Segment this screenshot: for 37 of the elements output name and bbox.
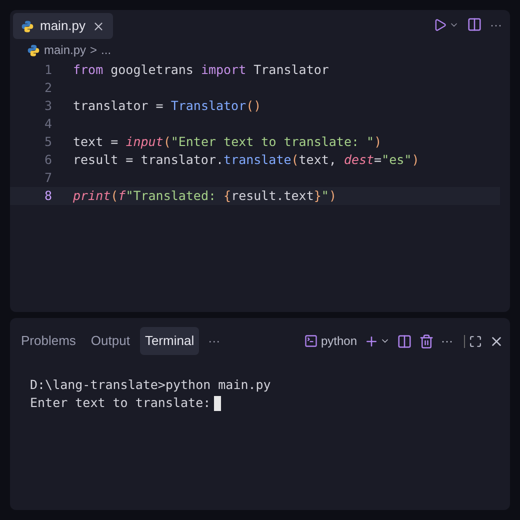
code-text: result = translator.translate(text, dest="es")	[72, 150, 420, 169]
breadcrumb-file[interactable]: main.py	[44, 41, 86, 59]
terminal-icon	[304, 334, 318, 348]
panel-tab[interactable]: Problems	[16, 327, 81, 355]
code-text: translator = Translator()	[72, 96, 262, 115]
python-file-icon	[21, 20, 34, 32]
line-number: 2	[43, 78, 53, 97]
maximize-icon[interactable]	[464, 334, 482, 348]
code-text: text = input("Enter text to translate: ")	[72, 132, 382, 151]
split-terminal-icon[interactable]	[397, 334, 412, 348]
more-actions[interactable]: ···	[441, 332, 453, 350]
text-cursor	[214, 396, 221, 410]
panel-tab[interactable]: Output	[86, 327, 135, 355]
code-text: print(f"Translated: {result.text}")	[72, 186, 336, 205]
trash-icon[interactable]	[419, 334, 434, 348]
line-number: 4	[43, 114, 53, 133]
add-icon[interactable]	[364, 334, 379, 348]
terminal-name[interactable]: python	[320, 332, 357, 350]
breadcrumb-more[interactable]: ...	[101, 41, 112, 59]
run-icon[interactable]	[433, 18, 447, 32]
line-number: 6	[43, 150, 53, 169]
more-tabs[interactable]: ···	[208, 332, 220, 350]
line-number: 8	[43, 186, 53, 205]
code-text: from googletrans import Translator	[72, 60, 329, 79]
line-number: 1	[43, 60, 53, 79]
line-number: 3	[43, 96, 53, 115]
python-file-icon	[27, 44, 40, 56]
terminal-line: Enter text to translate:	[30, 394, 211, 412]
line-number: 7	[43, 168, 53, 187]
editor-tab[interactable]: main.py	[13, 13, 113, 39]
panel-tab[interactable]: Terminal	[140, 327, 200, 355]
close-icon[interactable]	[92, 20, 105, 32]
terminal-line: D:\lang-translate>python main.py	[30, 376, 271, 394]
line-number: 5	[43, 132, 53, 151]
split-editor-icon[interactable]	[467, 17, 482, 32]
breadcrumb-separator: >	[90, 42, 98, 59]
more-actions[interactable]: ···	[490, 16, 502, 34]
